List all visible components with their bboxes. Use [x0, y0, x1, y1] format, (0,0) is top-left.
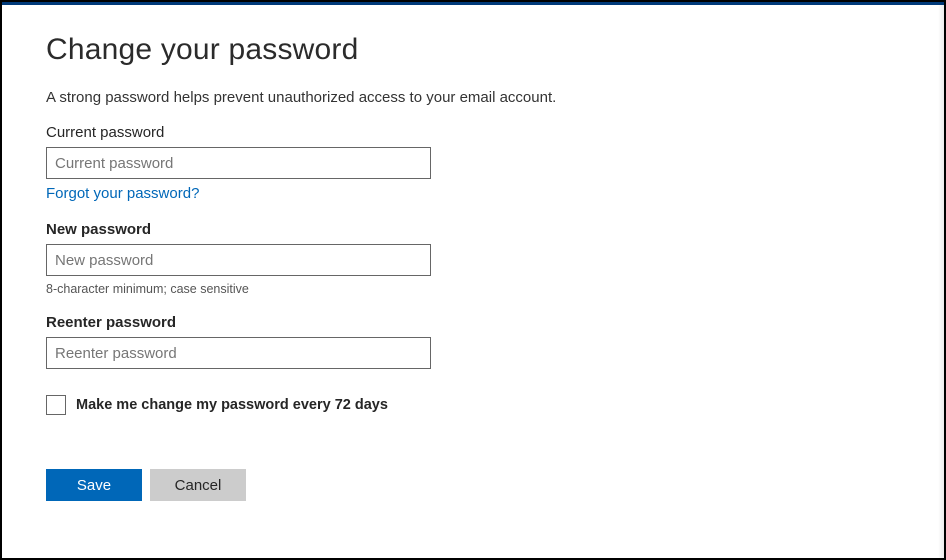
- new-password-input[interactable]: [46, 244, 431, 276]
- save-button[interactable]: Save: [46, 469, 142, 501]
- button-row: Save Cancel: [46, 469, 900, 501]
- current-password-label: Current password: [46, 124, 900, 141]
- expiry-checkbox[interactable]: [46, 395, 66, 415]
- password-hint: 8-character minimum; case sensitive: [46, 282, 900, 296]
- window-frame: Change your password A strong password h…: [0, 0, 946, 560]
- forgot-password-link[interactable]: Forgot your password?: [46, 185, 199, 202]
- reenter-password-input[interactable]: [46, 337, 431, 369]
- current-password-block: Current password Forgot your password?: [46, 124, 900, 203]
- new-password-label: New password: [46, 221, 900, 238]
- current-password-input[interactable]: [46, 147, 431, 179]
- page-subtitle: A strong password helps prevent unauthor…: [46, 89, 900, 106]
- expiry-checkbox-label[interactable]: Make me change my password every 72 days: [76, 397, 388, 413]
- expiry-checkbox-row: Make me change my password every 72 days: [46, 395, 900, 415]
- cancel-button[interactable]: Cancel: [150, 469, 246, 501]
- new-password-block: New password 8-character minimum; case s…: [46, 221, 900, 296]
- page-title: Change your password: [46, 33, 900, 67]
- reenter-password-label: Reenter password: [46, 314, 900, 331]
- reenter-password-block: Reenter password: [46, 314, 900, 369]
- content-area: Change your password A strong password h…: [2, 5, 944, 525]
